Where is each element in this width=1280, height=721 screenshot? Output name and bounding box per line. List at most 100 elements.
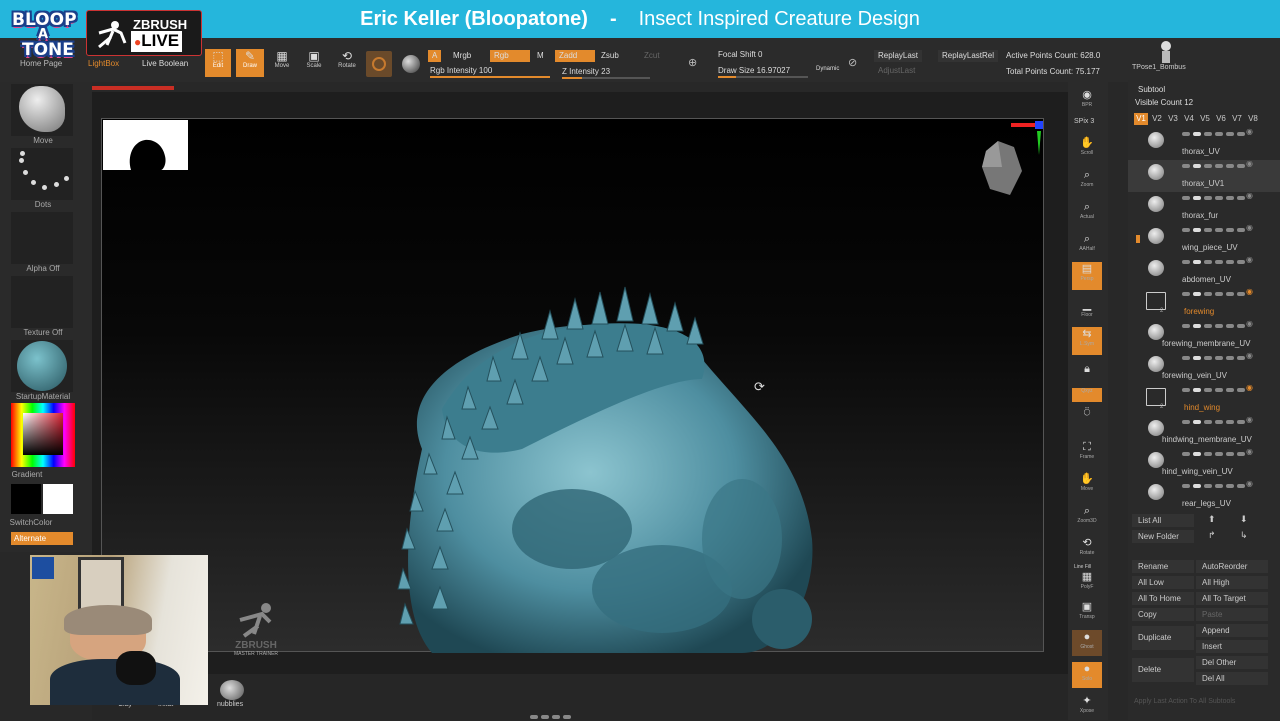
arrow-down-right-icon[interactable]: ↳ [1240,530,1248,541]
paste-button[interactable]: Paste [1196,608,1268,621]
new-folder-button[interactable]: New Folder [1132,530,1194,543]
subtool-controls[interactable] [1182,449,1248,458]
subtool-item[interactable]: ◉ thorax_fur [1128,191,1280,224]
visibility-eye-icon[interactable]: ◉ [1246,127,1253,136]
rename-button[interactable]: Rename [1132,560,1194,573]
zsub-toggle[interactable]: Zsub [597,50,623,62]
nubblies-brush-label[interactable]: nubblies [217,701,243,708]
brush-selector[interactable] [366,51,392,77]
visibility-eye-icon[interactable]: ◉ [1246,191,1253,200]
lsym-button[interactable]: ⇆ L.Sym [1072,327,1102,355]
dynamic-toggle[interactable]: Dynamic [812,63,843,75]
version-tab-v7[interactable]: V7 [1230,113,1244,125]
visibility-eye-icon[interactable]: ◉ [1246,255,1253,264]
version-tab-v8[interactable]: V8 [1246,113,1260,125]
scroll-button[interactable]: ✋ Scroll [1072,136,1102,162]
rotation-axis-buttons[interactable]: ⍥ [1072,406,1102,432]
visibility-eye-icon[interactable]: ◉ [1246,479,1253,488]
visibility-eye-icon[interactable]: ◉ [1246,319,1253,328]
subtool-controls[interactable] [1182,193,1248,202]
version-tab-v4[interactable]: V4 [1182,113,1196,125]
subtool-item[interactable]: ◉ rear_legs_UV [1128,479,1280,512]
color-picker[interactable] [11,403,75,467]
secondary-color-swatch[interactable] [11,484,41,514]
version-tab-v5[interactable]: V5 [1198,113,1212,125]
subtool-item[interactable]: ◉ wing_piece_UV [1128,223,1280,256]
actual-button[interactable]: ⌕ Actual [1072,200,1102,226]
all-to-target-button[interactable]: All To Target [1196,592,1268,605]
lock-button[interactable]: 🔒︎ [1072,362,1102,382]
subtool-item[interactable]: ◉ abdomen_UV [1128,255,1280,288]
list-all-button[interactable]: List All [1132,514,1194,527]
nubblies-brush-icon[interactable] [220,680,244,700]
subtool-controls[interactable] [1182,321,1248,330]
visibility-eye-icon[interactable]: ◉ [1246,351,1253,360]
visibility-eye-icon[interactable]: ◉ [1246,159,1253,168]
draw-button[interactable]: ✎ Draw [236,49,264,77]
subtool-item[interactable]: ◉ forewing_membrane_UV [1128,319,1280,352]
visibility-eye-icon[interactable]: ◉ [1246,223,1253,232]
rgb-toggle[interactable]: Rgb [490,50,530,62]
version-tab-v2[interactable]: V2 [1150,113,1164,125]
visibility-eye-icon[interactable]: ◉ [1246,383,1253,392]
auto-reorder-button[interactable]: AutoReorder [1196,560,1268,573]
move-up-icon[interactable]: ⬆ [1208,514,1216,525]
lazy-mouse-icon[interactable]: ⊘ [848,56,857,69]
rgb-intensity-track[interactable] [430,76,550,78]
solo-button[interactable]: ● Solo [1072,662,1102,688]
persp-button[interactable]: ▤ Persp [1072,262,1102,290]
transp-button[interactable]: ▣ Transp [1072,600,1102,626]
xyz-button[interactable]: Qxyz [1072,388,1102,402]
version-tab-v6[interactable]: V6 [1214,113,1228,125]
alternate-button[interactable]: Alternate [11,532,73,545]
visibility-eye-icon[interactable]: ◉ [1246,447,1253,456]
subtool-folder[interactable]: 2 ◉ hind_wing [1128,383,1280,416]
subtool-folder[interactable]: 2 ◉ forewing [1128,287,1280,320]
insert-button[interactable]: Insert [1196,640,1268,653]
texture-slot[interactable] [11,276,73,328]
append-button[interactable]: Append [1196,624,1268,637]
m-toggle[interactable]: M [533,50,548,62]
rotate-view-button[interactable]: ⟲ Rotate [1072,536,1102,562]
switch-color-button[interactable]: SwitchColor [0,518,74,527]
mrgb-toggle[interactable]: Mrgb [449,50,475,62]
primary-color-swatch[interactable] [43,484,73,514]
subtool-controls[interactable] [1182,161,1248,170]
bpr-button[interactable]: ◉ BPR [1072,88,1102,114]
arrow-up-right-icon[interactable]: ↱ [1208,530,1216,541]
all-high-button[interactable]: All High [1196,576,1268,589]
subtool-item[interactable]: ◉ hindwing_membrane_UV [1128,415,1280,448]
draw-size-track[interactable] [718,76,808,78]
home-page-tab[interactable]: Home Page [16,58,66,70]
zcut-toggle[interactable]: Zcut [640,50,664,62]
rotate-button[interactable]: ⟲ Rotate [334,49,360,77]
subtool-controls[interactable] [1182,257,1248,266]
subtool-controls[interactable] [1182,289,1248,298]
floor-button[interactable]: ▁ Floor [1072,298,1102,324]
tool-preview-icon[interactable] [1158,40,1178,66]
replay-last-rel-button[interactable]: ReplayLastRel [938,50,999,62]
subtool-controls[interactable] [1182,385,1248,394]
subtool-controls[interactable] [1182,417,1248,426]
zoom-button[interactable]: ⌕ Zoom [1072,168,1102,194]
scroll-marker[interactable] [1136,235,1140,243]
move-button[interactable]: ▦ Move [270,49,294,77]
subtool-controls[interactable] [1182,353,1248,362]
all-low-button[interactable]: All Low [1132,576,1194,589]
move-view-button[interactable]: ✋ Move [1072,472,1102,498]
material-slot[interactable] [11,340,73,392]
subtool-item[interactable]: ◉ forewing_vein_UV [1128,351,1280,384]
scale-button[interactable]: ▣ Scale [302,49,326,77]
subtool-controls[interactable] [1182,129,1248,138]
polyf-button[interactable]: ▦ PolyF [1072,570,1102,596]
document-viewport[interactable]: ⟳ [101,118,1044,653]
visibility-eye-icon[interactable]: ◉ [1246,287,1253,296]
a-toggle[interactable]: A [428,50,442,62]
move-down-icon[interactable]: ⬇ [1240,514,1248,525]
focal-shift-slider[interactable]: Focal Shift 0 [714,49,766,61]
lightbox-tab[interactable]: LightBox [84,58,123,70]
version-tab-v1[interactable]: V1 [1134,113,1148,125]
del-all-button[interactable]: Del All [1196,672,1268,685]
duplicate-button[interactable]: Duplicate [1132,626,1194,650]
all-to-home-button[interactable]: All To Home [1132,592,1194,605]
